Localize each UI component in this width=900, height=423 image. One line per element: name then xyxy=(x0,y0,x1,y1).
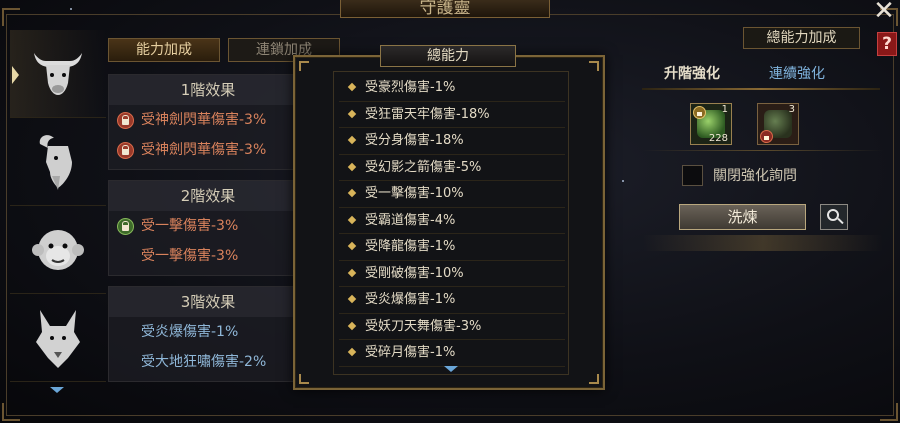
frame-corner xyxy=(880,403,898,421)
search-icon[interactable] xyxy=(820,204,848,230)
effect-tier-2: 2階效果 受一擊傷害-3% 受一擊傷害-3% xyxy=(108,180,308,276)
effect-row: 受炎爆傷害-1% xyxy=(109,317,307,347)
effect-row: 受神劍閃華傷害-3% xyxy=(109,105,307,135)
effect-text: 受神劍閃華傷害-3% xyxy=(141,142,267,158)
total-ability-button[interactable]: 總能力加成 xyxy=(743,27,860,49)
diamond-bullet-icon xyxy=(347,135,357,145)
list-item: 受炎爆傷害-1% xyxy=(339,287,565,314)
upgrade-material-slot[interactable]: 1 228 xyxy=(690,103,732,145)
guardian-goat[interactable] xyxy=(10,118,106,206)
scroll-down-icon[interactable] xyxy=(444,366,458,372)
popup-corner xyxy=(299,61,309,71)
diamond-bullet-icon xyxy=(347,162,357,171)
star-sparkle xyxy=(70,8,72,10)
help-button[interactable]: ? xyxy=(877,32,897,56)
tab-level-upgrade[interactable]: 升階強化 xyxy=(664,64,720,84)
close-icon[interactable]: ✕ xyxy=(871,0,897,24)
effect-text: 受一擊傷害-3% xyxy=(141,248,239,264)
lock-icon xyxy=(693,106,706,119)
ability-text: 受炎爆傷害-1% xyxy=(365,292,456,307)
ability-text: 受霸道傷害-4% xyxy=(365,212,456,228)
diamond-bullet-icon xyxy=(347,109,357,118)
ability-text: 受豪烈傷害-1% xyxy=(365,80,456,95)
slot-quantity: 228 xyxy=(708,133,728,144)
effect-text: 受大地狂嘯傷害-2% xyxy=(141,354,267,370)
list-item: 受妖刀天舞傷害-3% xyxy=(339,314,565,340)
selected-arrow-icon xyxy=(12,66,19,84)
glow-decoration xyxy=(643,235,883,251)
goat-icon xyxy=(39,134,72,190)
tab-underline xyxy=(642,88,880,90)
lock-icon[interactable] xyxy=(117,142,134,159)
effect-row: 受一擊傷害-3% xyxy=(109,211,307,241)
window-title: 守護靈 xyxy=(340,0,550,18)
ability-text: 受幻影之箭傷害-5% xyxy=(365,159,482,175)
diamond-bullet-icon xyxy=(347,82,357,92)
slot-level: 1 xyxy=(721,104,728,115)
list-item: 受豪烈傷害-1% xyxy=(339,75,565,102)
list-item: 受降龍傷害-1% xyxy=(339,234,565,261)
popup-corner xyxy=(589,61,599,71)
ability-text: 受碎月傷害-1% xyxy=(365,345,456,360)
frame-corner xyxy=(2,8,20,26)
scroll-down-icon[interactable] xyxy=(50,387,64,393)
diamond-bullet-icon xyxy=(347,241,357,251)
list-item: 受狂雷天牢傷害-18% xyxy=(339,102,565,128)
ability-text: 受狂雷天牢傷害-18% xyxy=(365,106,490,122)
diamond-bullet-icon xyxy=(347,321,357,330)
popup-corner xyxy=(299,374,309,384)
list-item: 受剛破傷害-10% xyxy=(339,261,565,287)
diamond-bullet-icon xyxy=(347,188,357,198)
effect-row: 受大地狂嘯傷害-2% xyxy=(109,347,307,377)
upgrade-material-slot[interactable]: 3 xyxy=(757,103,799,145)
guardian-dog[interactable] xyxy=(10,294,106,382)
list-item: 受幻影之箭傷害-5% xyxy=(339,155,565,181)
ability-text: 受一擊傷害-10% xyxy=(365,186,464,201)
dog-icon xyxy=(36,309,80,368)
ox-icon xyxy=(34,52,82,95)
slot-level: 3 xyxy=(788,104,795,115)
refine-button[interactable]: 洗煉 xyxy=(679,204,806,230)
guardian-list xyxy=(10,30,106,392)
diamond-bullet-icon xyxy=(347,347,357,357)
list-item: 受分身傷害-18% xyxy=(339,128,565,155)
list-item: 受一擊傷害-10% xyxy=(339,181,565,208)
checkbox-label: 關閉強化詢問 xyxy=(713,168,797,184)
diamond-bullet-icon xyxy=(347,215,357,224)
ability-text: 受剛破傷害-10% xyxy=(365,265,464,281)
guardian-monkey[interactable] xyxy=(10,206,106,294)
disable-upgrade-prompt-checkbox[interactable] xyxy=(682,165,703,186)
ability-text: 受降龍傷害-1% xyxy=(365,239,456,254)
lock-icon xyxy=(760,130,773,143)
list-item: 受霸道傷害-4% xyxy=(339,208,565,234)
guardian-ox[interactable] xyxy=(10,30,106,118)
tab-continuous-upgrade[interactable]: 連續強化 xyxy=(769,64,825,84)
effect-tier-1: 1階效果 受神劍閃華傷害-3% 受神劍閃華傷害-3% xyxy=(108,74,308,170)
popup-corner xyxy=(589,374,599,384)
effect-text: 受神劍閃華傷害-3% xyxy=(141,112,267,128)
effect-row: 受一擊傷害-3% xyxy=(109,241,307,271)
effect-row: 受神劍閃華傷害-3% xyxy=(109,135,307,165)
lock-icon[interactable] xyxy=(117,112,134,129)
popup-title: 總能力 xyxy=(380,45,516,67)
effect-tier-title: 3階效果 xyxy=(109,287,307,317)
tab-ability-bonus[interactable]: 能力加成 xyxy=(108,38,220,62)
effect-tier-title: 1階效果 xyxy=(109,75,307,105)
ability-text: 受妖刀天舞傷害-3% xyxy=(365,318,482,334)
diamond-bullet-icon xyxy=(347,268,357,277)
diamond-bullet-icon xyxy=(347,294,357,304)
effect-tier-3: 3階效果 受炎爆傷害-1% 受大地狂嘯傷害-2% xyxy=(108,286,308,382)
list-item: 受碎月傷害-1% xyxy=(339,340,565,367)
ability-text: 受分身傷害-18% xyxy=(365,133,464,148)
total-ability-popup: 受豪烈傷害-1% 受狂雷天牢傷害-18% 受分身傷害-18% 受幻影之箭傷害-5… xyxy=(293,55,605,390)
frame-corner xyxy=(2,403,20,421)
divider xyxy=(643,150,883,151)
effect-text: 受一擊傷害-3% xyxy=(141,218,239,234)
unlock-icon[interactable] xyxy=(117,218,134,235)
monkey-icon xyxy=(32,229,84,270)
effect-tier-title: 2階效果 xyxy=(109,181,307,211)
effect-text: 受炎爆傷害-1% xyxy=(141,324,239,340)
